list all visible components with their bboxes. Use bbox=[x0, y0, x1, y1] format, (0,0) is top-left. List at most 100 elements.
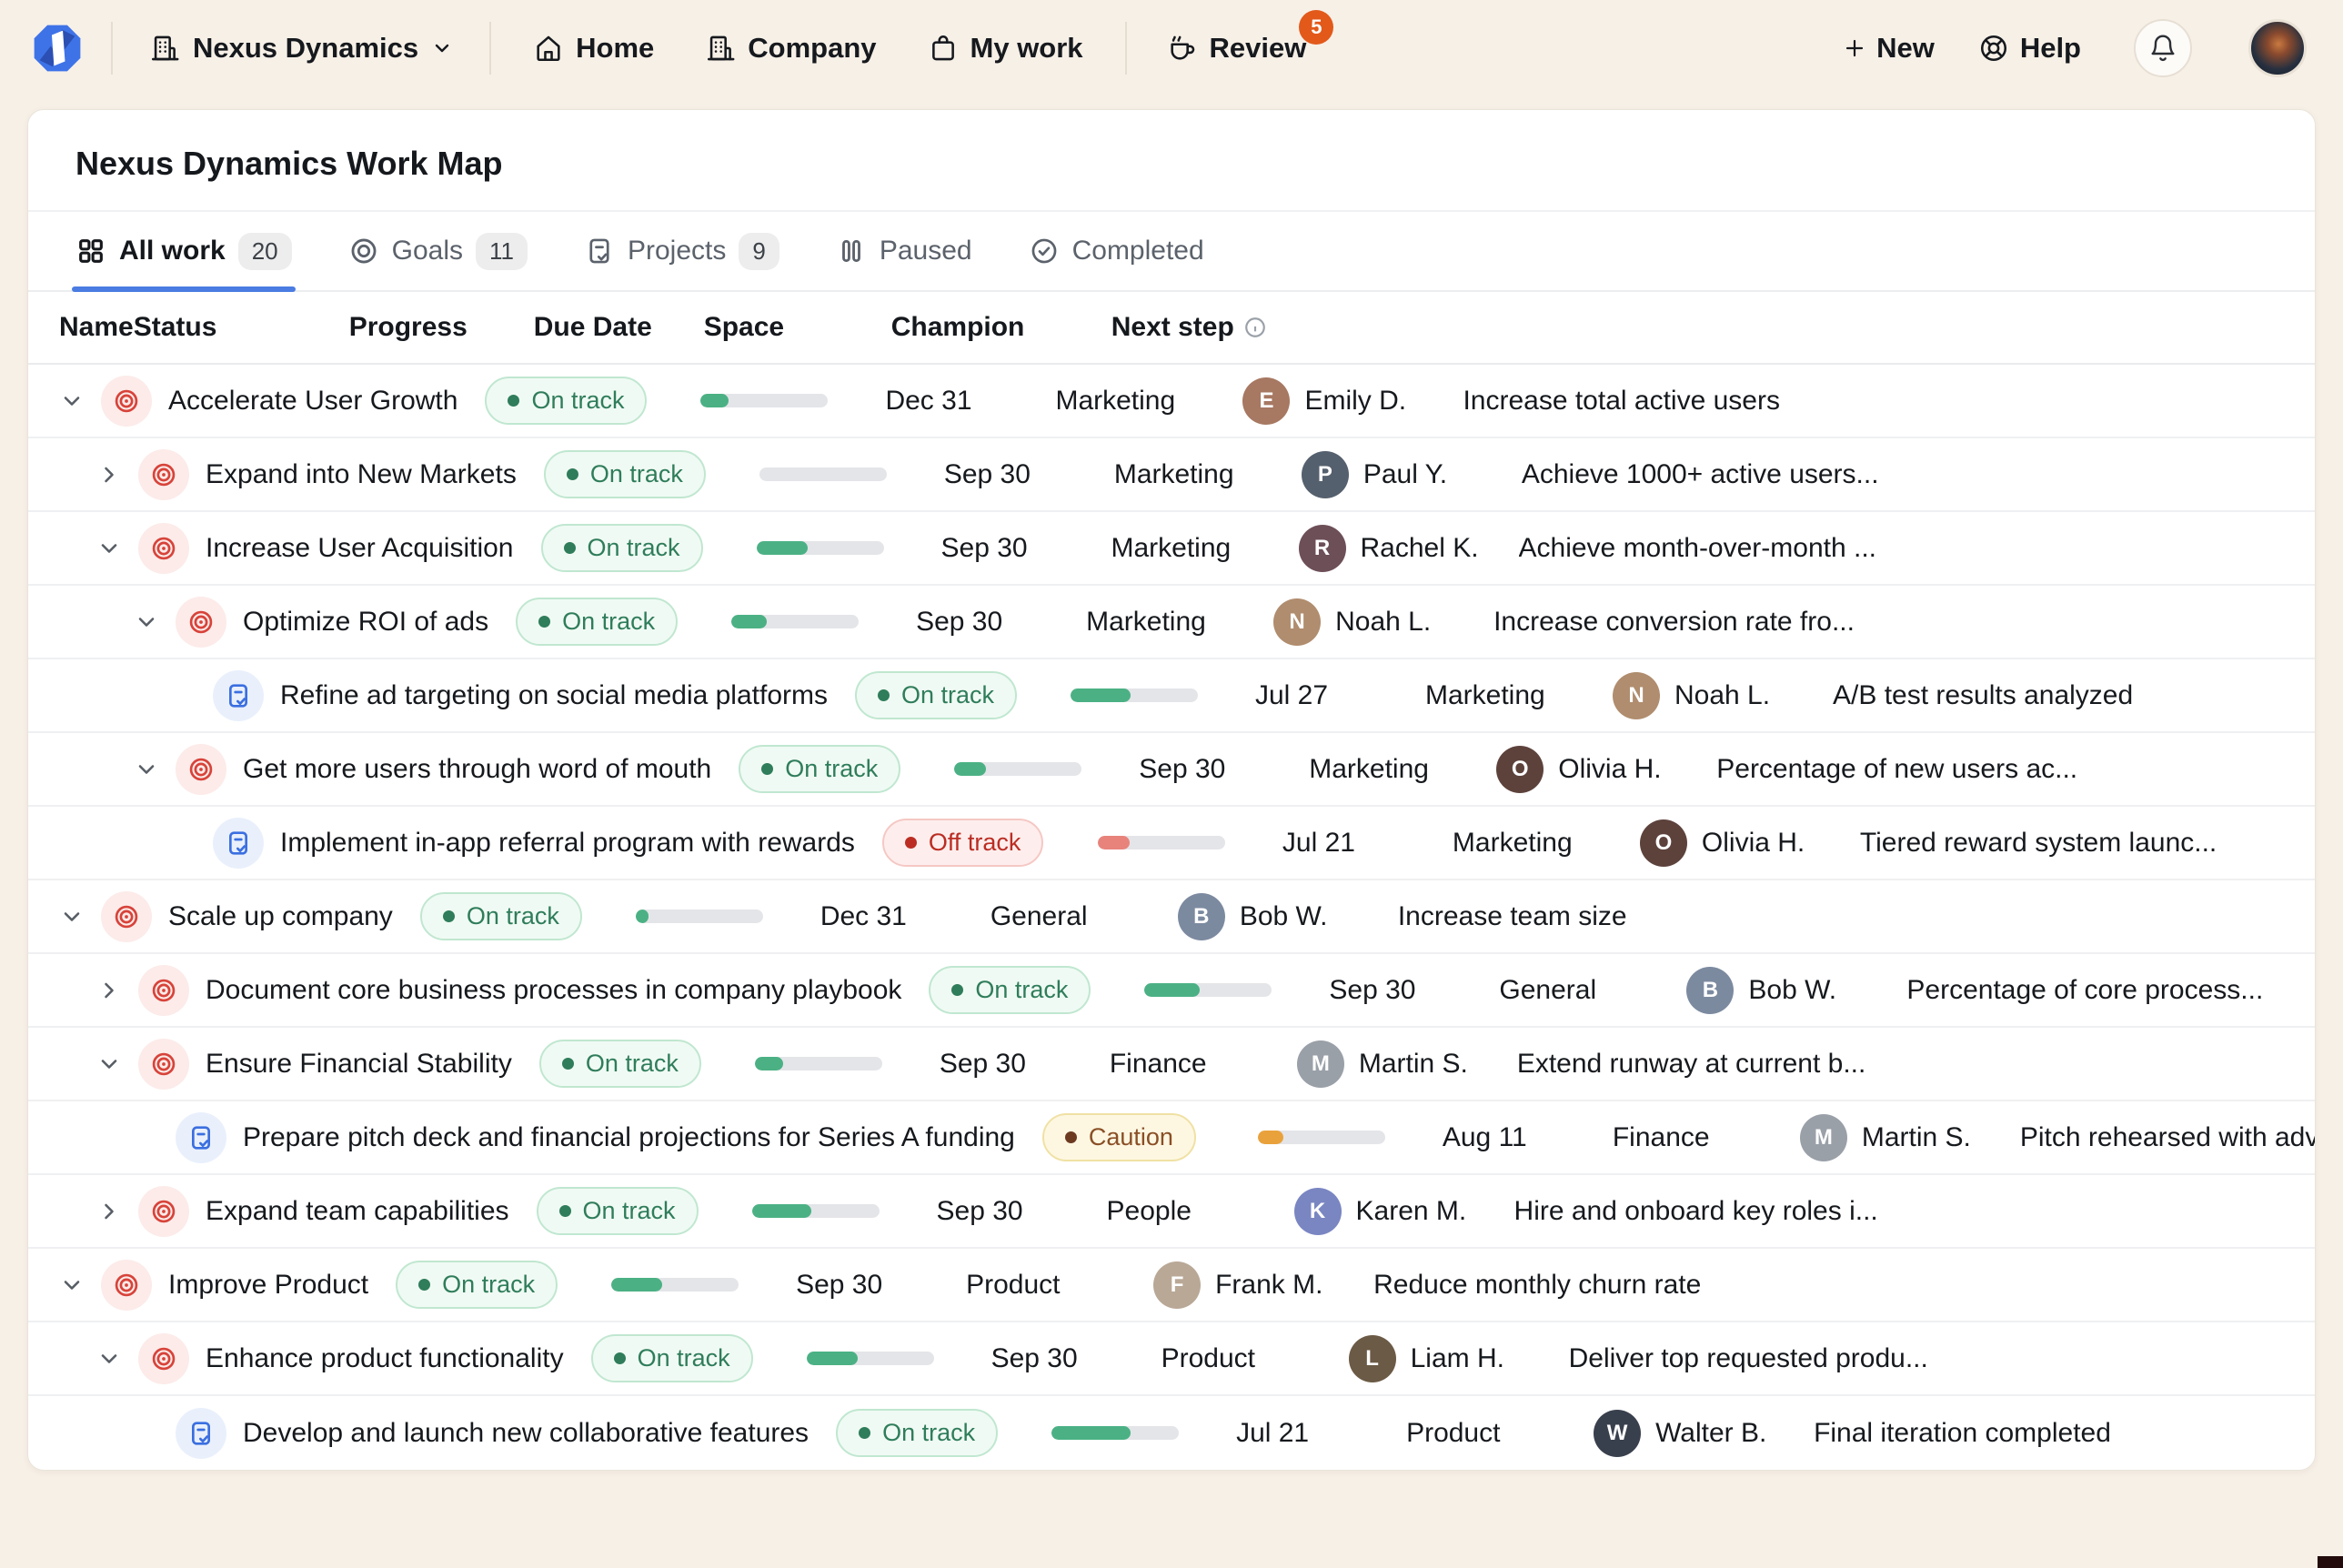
expand-down-chevron[interactable] bbox=[96, 536, 138, 561]
app-logo-icon[interactable] bbox=[31, 22, 84, 75]
next-step: Final iteration completed bbox=[1814, 1418, 2196, 1449]
column-header-name[interactable]: Name bbox=[28, 312, 134, 343]
status-badge[interactable]: On track bbox=[591, 1334, 753, 1382]
table-row[interactable]: Get more users through word of mouthOn t… bbox=[28, 733, 2315, 807]
status-badge[interactable]: On track bbox=[836, 1409, 998, 1457]
progress-bar bbox=[755, 1057, 882, 1070]
table-row[interactable]: Expand team capabilitiesOn trackSep 30Pe… bbox=[28, 1175, 2315, 1249]
column-header-due-date[interactable]: Due Date bbox=[534, 312, 704, 343]
status-dot-icon bbox=[951, 984, 963, 996]
status-badge[interactable]: On track bbox=[537, 1187, 699, 1235]
target-icon bbox=[348, 236, 379, 266]
tab-count-badge: 11 bbox=[476, 233, 528, 270]
tab-label: Paused bbox=[880, 236, 972, 266]
table-row[interactable]: Enhance product functionalityOn trackSep… bbox=[28, 1322, 2315, 1396]
nav-item-home[interactable]: Home bbox=[533, 32, 654, 65]
expand-down-chevron[interactable] bbox=[134, 609, 176, 635]
column-header-champion[interactable]: Champion bbox=[891, 312, 1111, 343]
due-date: Sep 30 bbox=[944, 459, 1114, 490]
status-badge[interactable]: On track bbox=[516, 598, 678, 646]
table-row[interactable]: Scale up companyOn trackDec 31GeneralBBo… bbox=[28, 880, 2315, 954]
progress-bar bbox=[807, 1352, 934, 1365]
org-switcher[interactable]: Nexus Dynamics bbox=[113, 32, 489, 65]
item-name: Expand into New Markets bbox=[206, 456, 544, 494]
help-button[interactable]: Help bbox=[1978, 32, 2081, 65]
champion-name: Martin S. bbox=[1359, 1049, 1468, 1080]
expand-right-chevron[interactable] bbox=[96, 462, 138, 487]
project-icon bbox=[213, 670, 264, 721]
info-icon bbox=[1243, 316, 1267, 339]
champion-avatar: M bbox=[1800, 1114, 1847, 1161]
expand-down-chevron[interactable] bbox=[59, 904, 101, 930]
expand-down-chevron[interactable] bbox=[134, 757, 176, 782]
tab-label: Completed bbox=[1072, 236, 1204, 266]
column-header-next-step[interactable]: Next step bbox=[1111, 312, 1493, 343]
item-name: Prepare pitch deck and financial project… bbox=[243, 1119, 1042, 1157]
column-header-progress[interactable]: Progress bbox=[349, 312, 534, 343]
expand-down-chevron[interactable] bbox=[59, 1272, 101, 1298]
expand-down-chevron[interactable] bbox=[96, 1051, 138, 1077]
tab-projects[interactable]: Projects9 bbox=[584, 212, 779, 290]
status-badge[interactable]: On track bbox=[929, 966, 1091, 1014]
status-badge[interactable]: On track bbox=[539, 1040, 701, 1088]
champion-avatar: O bbox=[1640, 819, 1687, 867]
space: Product bbox=[966, 1270, 1153, 1301]
table-row[interactable]: Expand into New MarketsOn trackSep 30Mar… bbox=[28, 438, 2315, 512]
next-step: A/B test results analyzed bbox=[1833, 680, 2215, 711]
status-badge[interactable]: On track bbox=[485, 377, 647, 425]
plus-icon bbox=[1844, 37, 1865, 59]
new-button[interactable]: New bbox=[1844, 32, 1935, 65]
item-name: Accelerate User Growth bbox=[168, 382, 485, 420]
expand-down-chevron[interactable] bbox=[59, 388, 101, 414]
table-row[interactable]: Refine ad targeting on social media plat… bbox=[28, 659, 2315, 733]
tab-all-work[interactable]: All work20 bbox=[75, 212, 292, 290]
nav-item-my-work[interactable]: My work bbox=[928, 32, 1083, 65]
user-avatar[interactable] bbox=[2248, 19, 2307, 77]
champion-avatar: P bbox=[1302, 451, 1349, 498]
progress-bar bbox=[954, 762, 1081, 776]
table-row[interactable]: Implement in-app referral program with r… bbox=[28, 807, 2315, 880]
tab-completed[interactable]: Completed bbox=[1029, 212, 1204, 290]
expand-right-chevron[interactable] bbox=[96, 1199, 138, 1224]
table-row[interactable]: Accelerate User GrowthOn trackDec 31Mark… bbox=[28, 365, 2315, 438]
status-badge[interactable]: On track bbox=[541, 524, 703, 572]
status-dot-icon bbox=[859, 1427, 870, 1439]
nav-item-company[interactable]: Company bbox=[705, 32, 876, 65]
status-badge[interactable]: Caution bbox=[1042, 1113, 1196, 1161]
tab-goals[interactable]: Goals11 bbox=[348, 212, 528, 290]
topbar-actions: New Help bbox=[1844, 19, 2307, 77]
expand-right-chevron[interactable] bbox=[96, 978, 138, 1003]
status-badge[interactable]: On track bbox=[544, 450, 706, 498]
nav-item-label: My work bbox=[970, 32, 1083, 65]
new-button-label: New bbox=[1876, 32, 1935, 65]
goal-icon bbox=[138, 1039, 189, 1090]
table-row[interactable]: Develop and launch new collaborative fea… bbox=[28, 1396, 2315, 1470]
status-label: On track bbox=[901, 681, 994, 709]
status-dot-icon bbox=[443, 910, 455, 922]
notifications-button[interactable] bbox=[2134, 19, 2192, 77]
champion-name: Olivia H. bbox=[1558, 754, 1661, 785]
table-row[interactable]: Ensure Financial StabilityOn trackSep 30… bbox=[28, 1028, 2315, 1101]
tab-paused[interactable]: Paused bbox=[836, 212, 972, 290]
status-label: On track bbox=[882, 1419, 975, 1447]
column-header-space[interactable]: Space bbox=[704, 312, 891, 343]
table-row[interactable]: Optimize ROI of adsOn trackSep 30Marketi… bbox=[28, 586, 2315, 659]
goal-icon bbox=[138, 1186, 189, 1237]
status-label: On track bbox=[588, 534, 680, 562]
table-row[interactable]: Prepare pitch deck and financial project… bbox=[28, 1101, 2315, 1175]
status-badge[interactable]: On track bbox=[420, 892, 582, 940]
nav-item-review[interactable]: Review 5 bbox=[1127, 32, 1307, 65]
status-badge[interactable]: On track bbox=[739, 745, 900, 793]
status-badge[interactable]: On track bbox=[855, 671, 1017, 719]
status-badge[interactable]: On track bbox=[396, 1261, 558, 1309]
expand-down-chevron[interactable] bbox=[96, 1346, 138, 1372]
org-name: Nexus Dynamics bbox=[193, 32, 418, 65]
champion-avatar: W bbox=[1594, 1410, 1641, 1457]
table-row[interactable]: Document core business processes in comp… bbox=[28, 954, 2315, 1028]
champion-name: Bob W. bbox=[1748, 975, 1836, 1006]
table-row[interactable]: Increase User AcquisitionOn trackSep 30M… bbox=[28, 512, 2315, 586]
champion-name: Bob W. bbox=[1240, 901, 1328, 932]
column-header-status[interactable]: Status bbox=[134, 312, 349, 343]
status-badge[interactable]: Off track bbox=[882, 819, 1044, 867]
table-row[interactable]: Improve ProductOn trackSep 30ProductFFra… bbox=[28, 1249, 2315, 1322]
